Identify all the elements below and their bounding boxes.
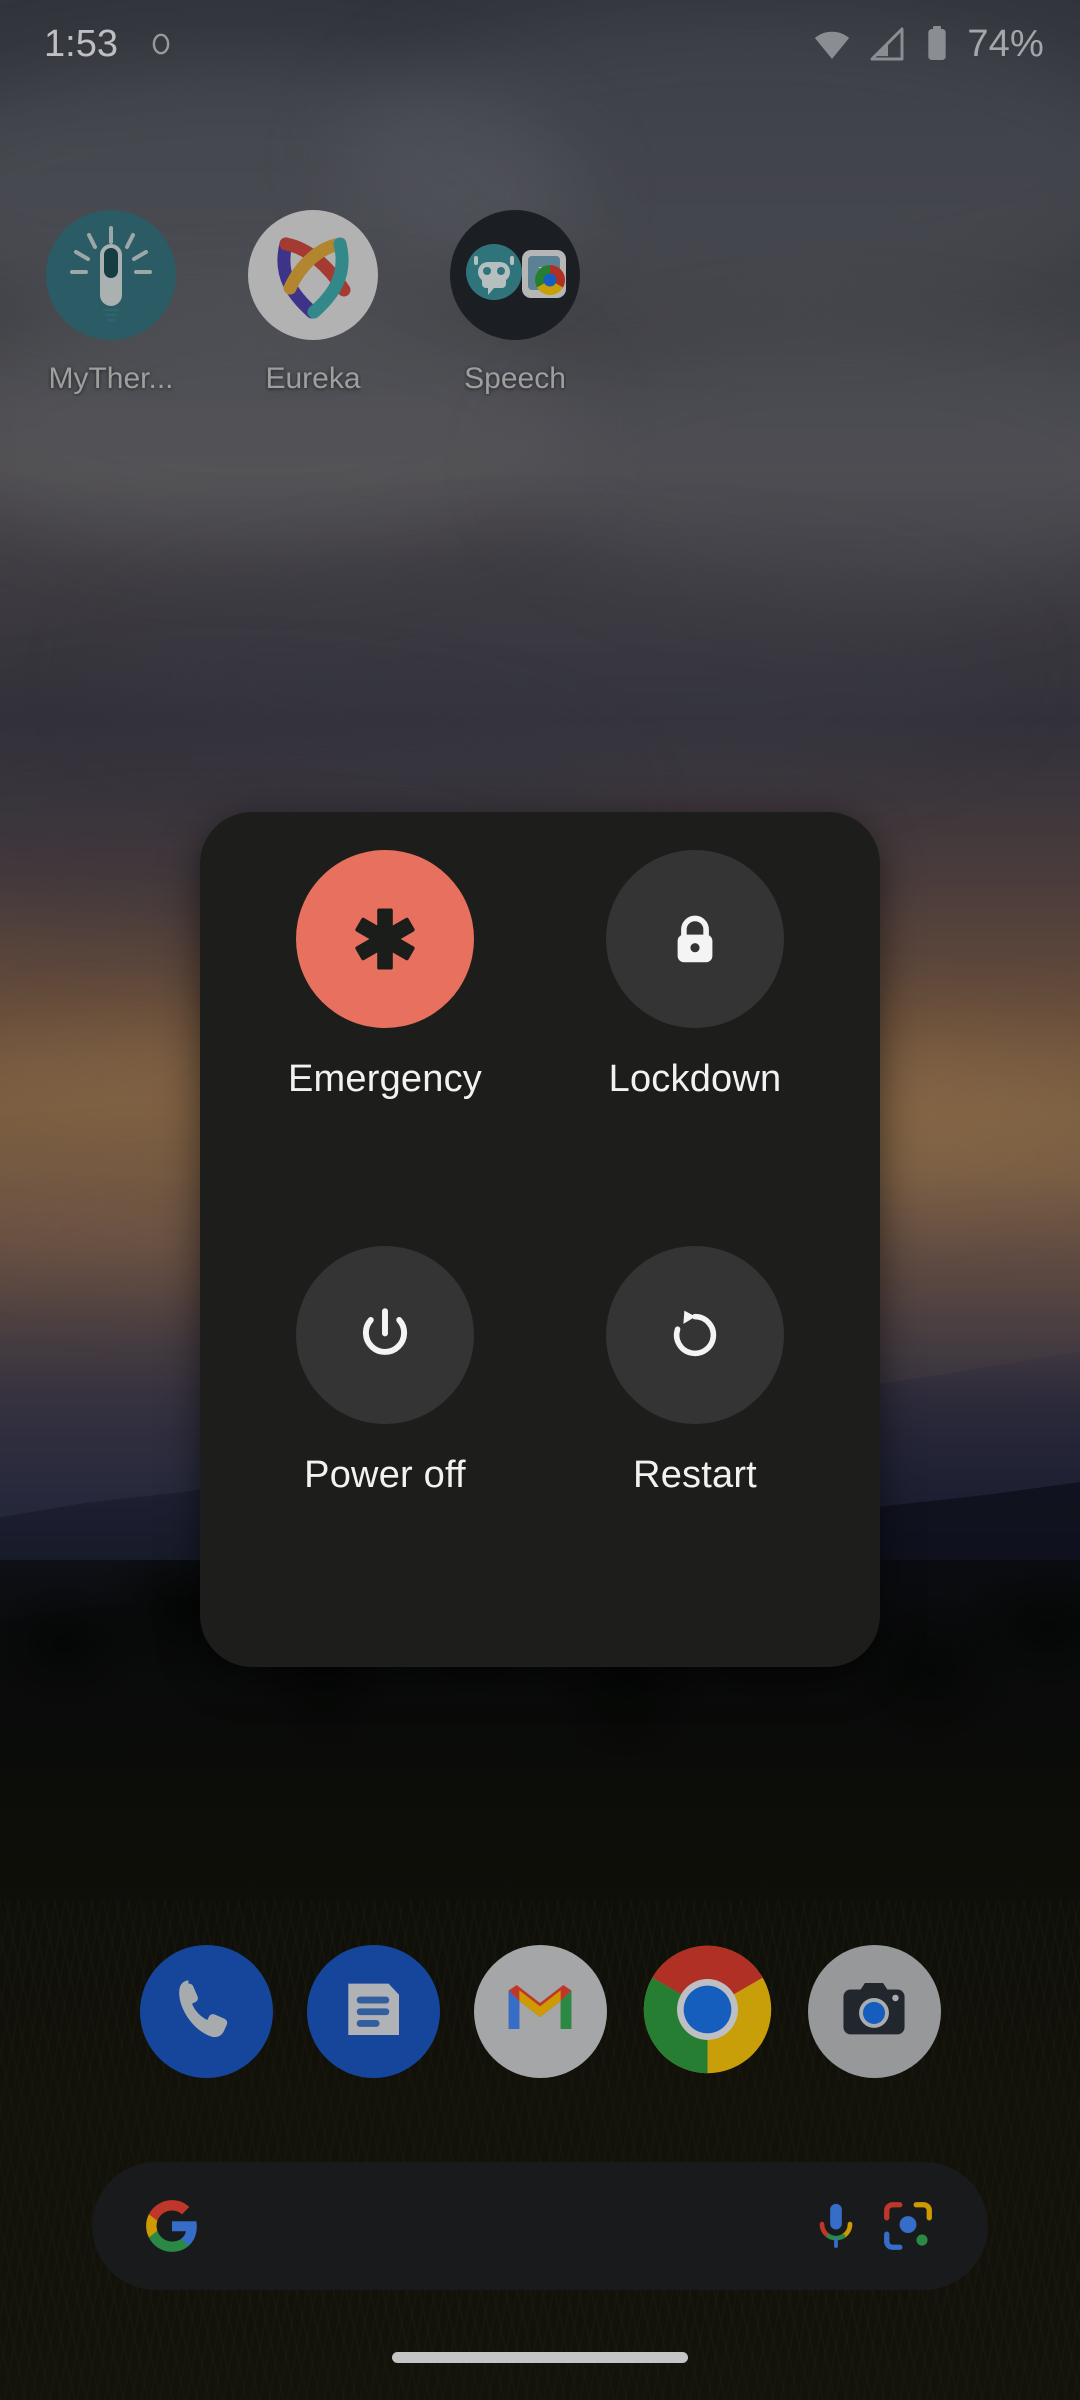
power-menu-item-label: Restart — [633, 1453, 757, 1496]
power-menu-dialog: Emergency Lockdown Power off Restart — [200, 812, 880, 1667]
star-of-life-icon — [296, 850, 474, 1028]
power-menu-lockdown-button[interactable]: Lockdown — [540, 850, 850, 1246]
power-menu-item-label: Emergency — [288, 1058, 482, 1100]
power-icon — [296, 1245, 474, 1424]
power-menu-item-label: Power off — [304, 1453, 466, 1496]
power-menu-power-off-button[interactable]: Power off — [230, 1245, 540, 1642]
restart-icon — [606, 1245, 784, 1424]
power-menu-restart-button[interactable]: Restart — [540, 1245, 850, 1642]
phone-screen: 1:53 74% MyTher... Eureka Speech Emergen… — [0, 0, 1080, 2400]
lock-icon — [606, 850, 784, 1028]
power-menu-emergency-button[interactable]: Emergency — [230, 850, 540, 1246]
power-menu-item-label: Lockdown — [608, 1058, 782, 1100]
